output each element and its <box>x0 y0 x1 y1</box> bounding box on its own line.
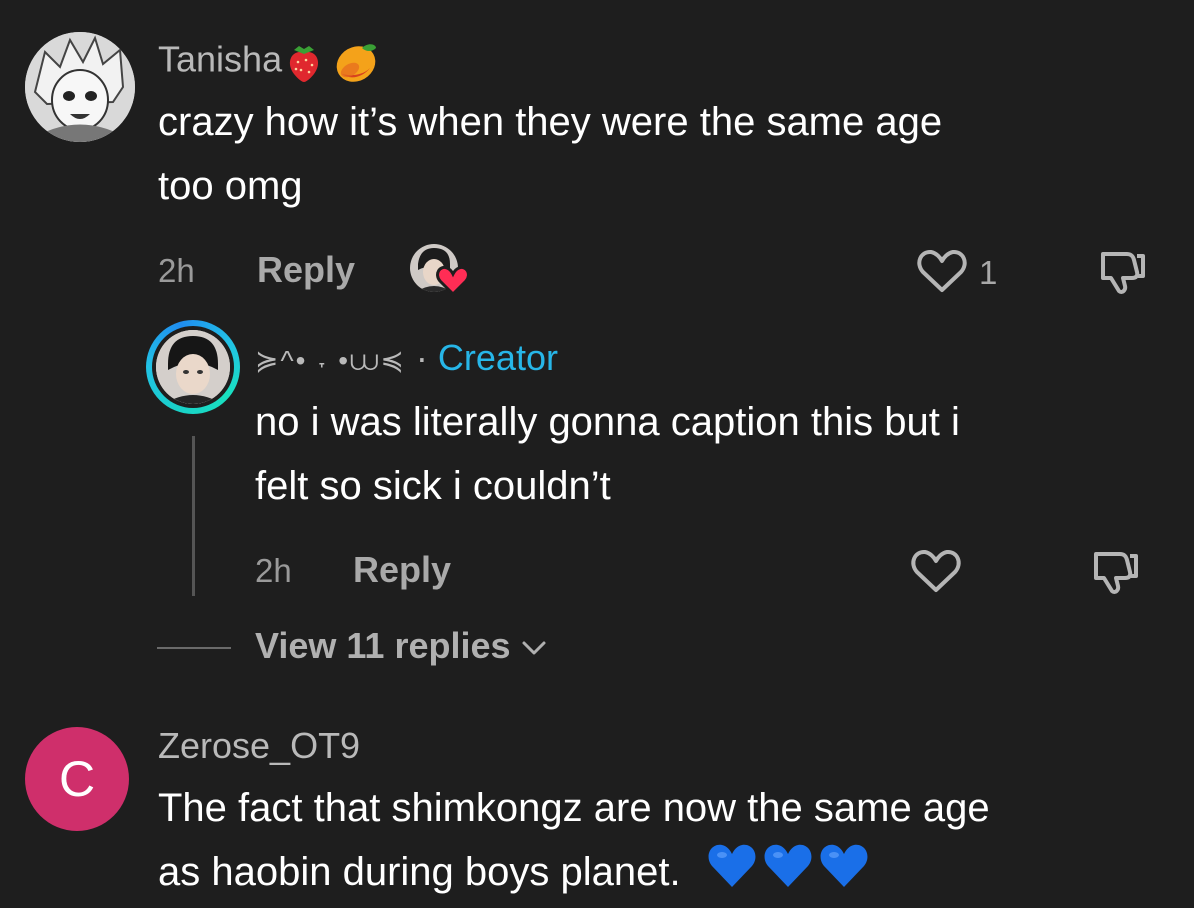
blue-heart-icon <box>818 841 870 908</box>
comment-text-segment: as haobin during boys planet. <box>158 850 681 894</box>
like-button[interactable] <box>910 548 962 599</box>
thumbs-down-icon <box>1094 552 1138 595</box>
heart-icon <box>436 265 470 296</box>
reply-text: no i was literally gonna caption this bu… <box>255 390 960 518</box>
creator-avatar[interactable] <box>146 320 240 414</box>
replies-divider <box>157 647 231 649</box>
like-button[interactable] <box>916 248 968 299</box>
reply-timestamp: 2h <box>255 552 292 589</box>
comment-text: The fact that shimkongz are now the same… <box>158 776 990 908</box>
separator-dot: · <box>415 337 428 378</box>
comment-text-line: The fact that shimkongz are now the same… <box>158 786 990 830</box>
blue-heart-icon <box>706 841 758 908</box>
mango-icon <box>332 40 380 84</box>
heart-outline-icon <box>917 250 967 292</box>
comment-text-line: as haobin during boys planet. <box>158 840 990 908</box>
creator-badge: Creator <box>437 337 558 378</box>
avatar-ring-inner <box>152 326 234 408</box>
dislike-button[interactable] <box>1097 248 1149 301</box>
liked-by-creator-badge <box>410 244 470 296</box>
anime-character-avatar-icon <box>25 32 135 142</box>
comment-text: crazy how it’s when they were the same a… <box>158 90 942 218</box>
reply-button[interactable]: Reply <box>257 252 355 288</box>
comment-text-line: too omg <box>158 164 303 208</box>
chevron-down-icon <box>522 641 546 655</box>
comment-username[interactable]: Zerose_OT9 <box>158 728 360 764</box>
username-text[interactable]: Tanisha <box>158 39 282 80</box>
avatar[interactable] <box>25 32 135 142</box>
heart-outline-icon <box>911 550 961 592</box>
dislike-button[interactable] <box>1090 548 1142 601</box>
reply-text-line: no i was literally gonna caption this bu… <box>255 400 960 444</box>
blue-heart-icon <box>762 841 814 908</box>
person-photo-avatar-icon <box>156 330 230 404</box>
username-text[interactable]: ≽^• ˕ •⩊≼ <box>255 345 406 376</box>
comment-timestamp: 2h <box>158 252 195 289</box>
view-replies-button[interactable]: View 11 replies <box>255 628 547 664</box>
thumbs-down-icon <box>1101 252 1145 295</box>
thread-line <box>192 436 195 596</box>
reply-text-line: felt so sick i couldn’t <box>255 464 611 508</box>
comment-text-line: crazy how it’s when they were the same a… <box>158 100 943 144</box>
comment-username[interactable]: Tanisha <box>158 40 380 84</box>
view-replies-label[interactable]: View 11 replies <box>255 625 511 666</box>
reply-username[interactable]: ≽^• ˕ •⩊≼ · Creator <box>255 340 558 376</box>
like-count: 1 <box>979 254 998 291</box>
strawberry-icon <box>282 40 326 84</box>
reply-button[interactable]: Reply <box>353 552 451 588</box>
avatar-letter: C <box>58 751 96 807</box>
avatar[interactable]: C <box>25 727 129 831</box>
